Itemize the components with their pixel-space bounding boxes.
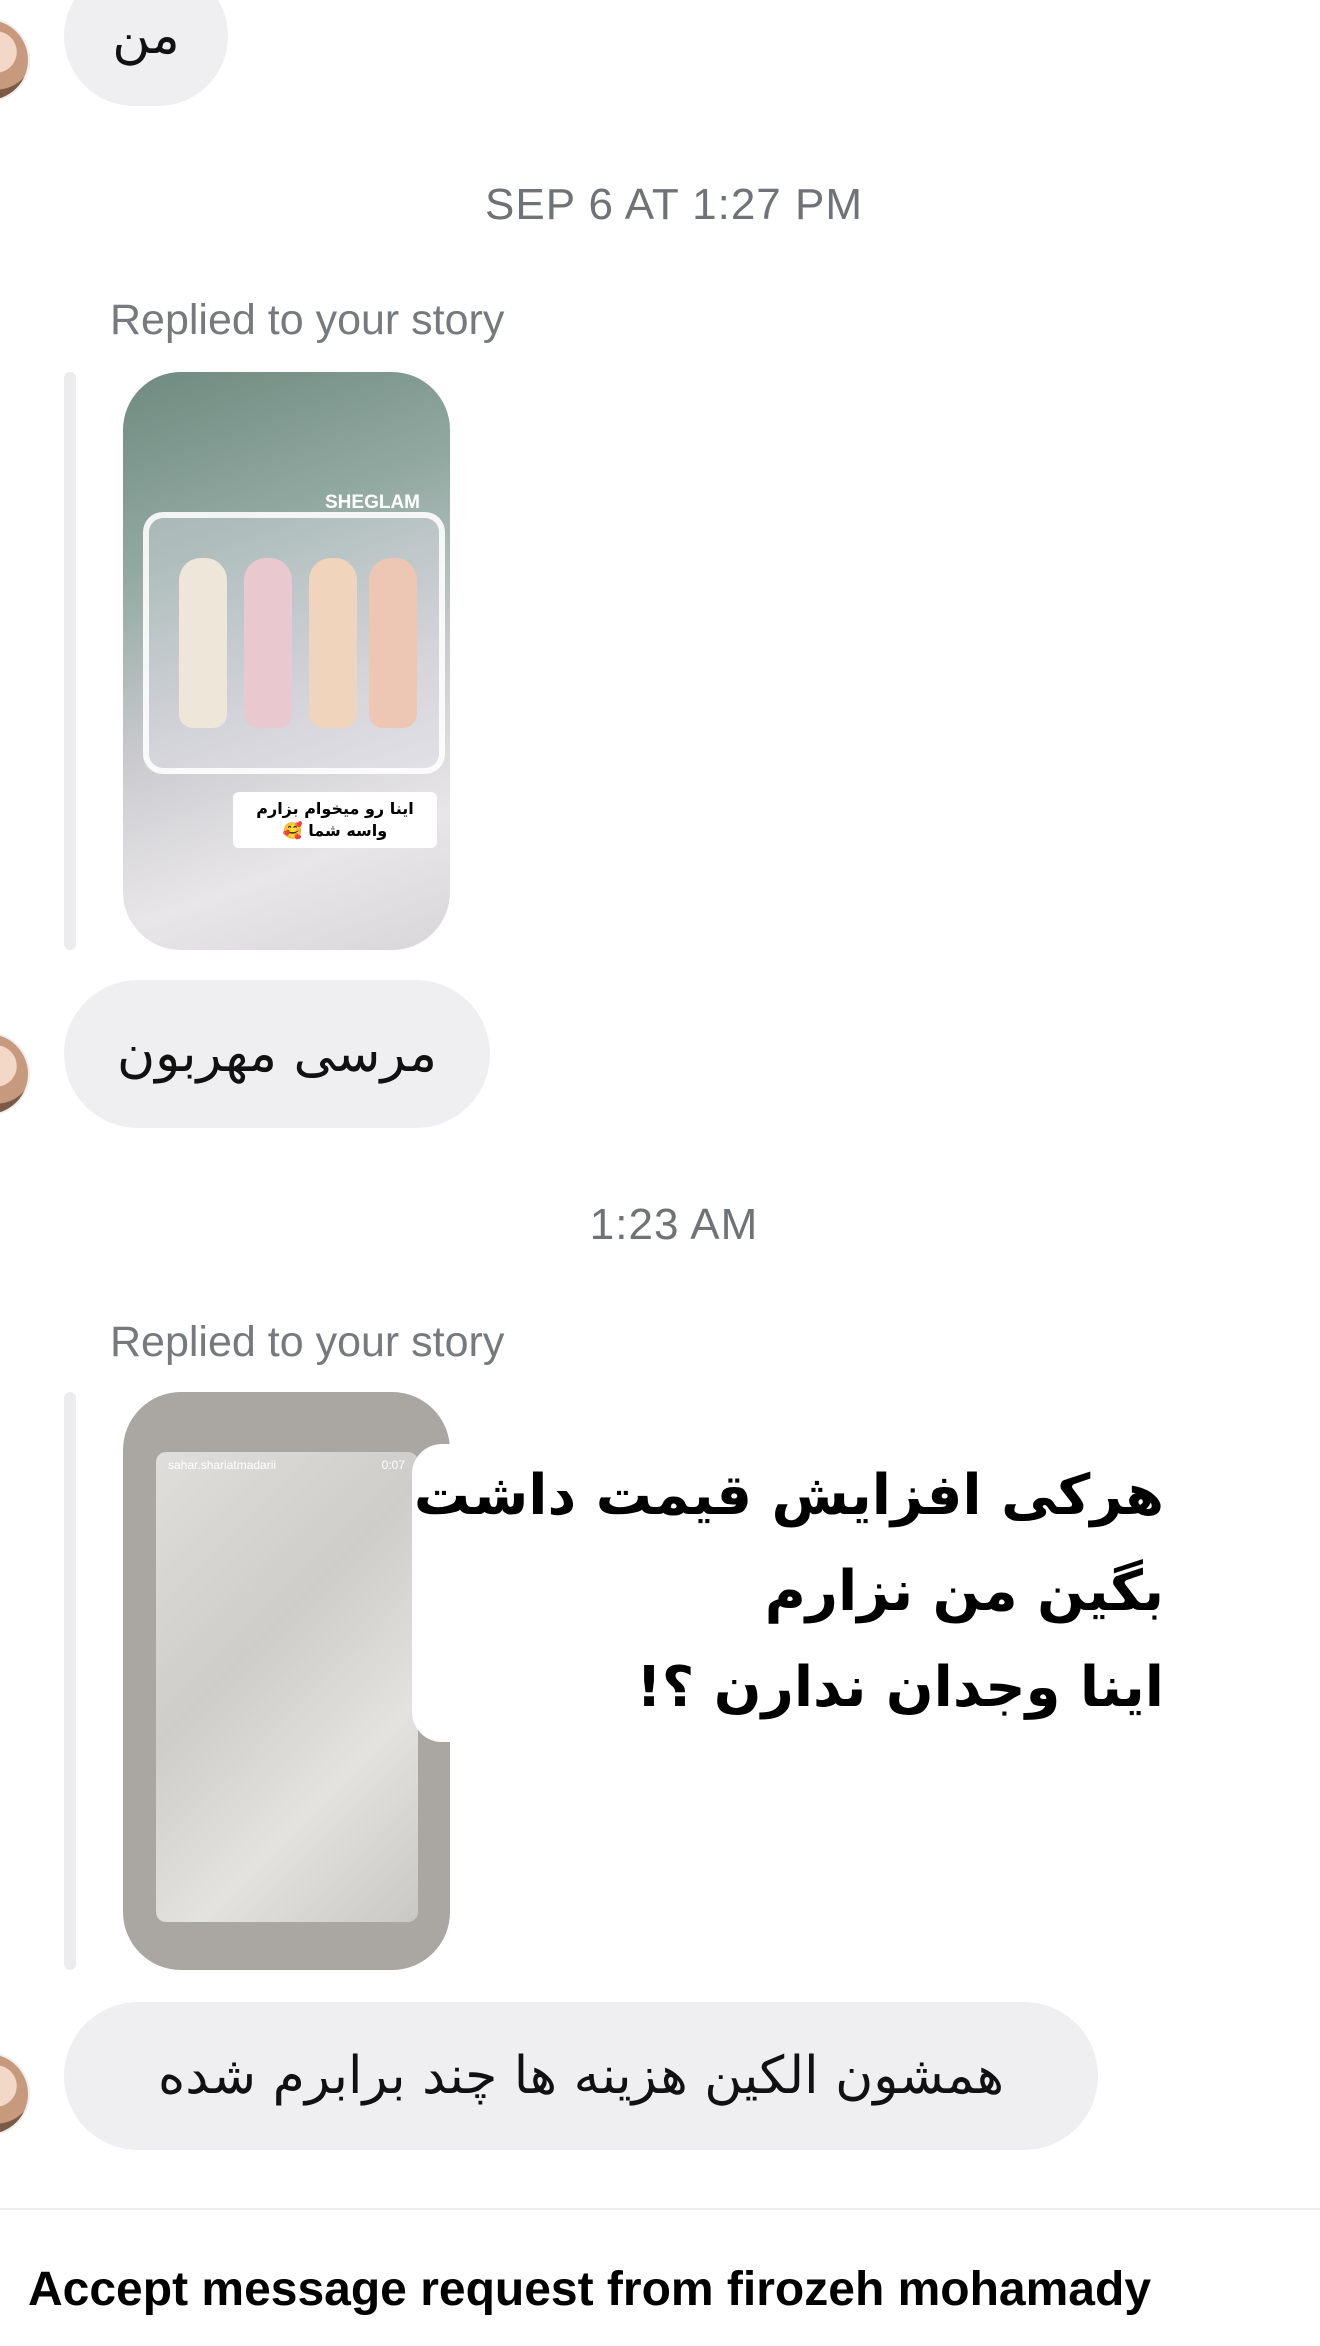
- message-timestamp: 1:23 AM: [589, 1200, 759, 1249]
- message-bubble[interactable]: همشون الکین هزینه ها چند برابرم شده: [64, 2002, 1098, 2150]
- message-text: مرسی مهربون: [116, 1024, 438, 1084]
- lip-tube: [244, 558, 292, 728]
- replied-to-story-label: Replied to your story: [110, 1318, 505, 1366]
- lip-tube: [309, 558, 357, 728]
- story-preview[interactable]: sahar.shariatmadarii 0:07: [123, 1392, 450, 1970]
- sender-avatar[interactable]: [0, 18, 30, 102]
- product-case: [143, 512, 445, 774]
- sender-avatar[interactable]: [0, 1032, 30, 1116]
- story-overlay-line: اینا وجدان ندارن ؟!: [636, 1655, 1164, 1720]
- accept-request-prompt: Accept message request from firozeh moha…: [28, 2263, 1152, 2316]
- message-text: همشون الکین هزینه ها چند برابرم شده: [158, 2046, 1005, 2106]
- message-timestamp: SEP 6 AT 1:27 PM: [485, 180, 863, 229]
- reply-indicator-bar: [64, 1392, 76, 1970]
- message-bubble[interactable]: مرسی مهربون: [64, 980, 490, 1128]
- story-overlay-text: هرکی افزایش قیمت داشت بگین من نزارم اینا…: [412, 1444, 1164, 1742]
- reply-indicator-bar: [64, 372, 76, 950]
- story-overlay-line: بگین من نزارم: [764, 1559, 1164, 1624]
- story-brand-text: SHEGLAM: [325, 492, 420, 513]
- lip-tube: [369, 558, 417, 728]
- footer-divider: [0, 2208, 1320, 2210]
- story-username: sahar.shariatmadarii: [168, 1458, 277, 1472]
- story-preview[interactable]: SHEGLAM اینا رو میخوام بزارم واسه شما 🥰: [123, 372, 450, 950]
- lip-tube: [179, 558, 227, 728]
- sender-avatar[interactable]: [0, 2052, 30, 2136]
- story-overlay-line: هرکی افزایش قیمت داشت: [413, 1463, 1164, 1528]
- message-bubble[interactable]: من: [64, 0, 228, 106]
- replied-to-story-label: Replied to your story: [110, 296, 505, 344]
- story-duration: 0:07: [381, 1458, 405, 1472]
- story-video-frame: [156, 1452, 418, 1922]
- story-caption: اینا رو میخوام بزارم واسه شما 🥰: [233, 792, 437, 848]
- message-text: من: [112, 6, 180, 66]
